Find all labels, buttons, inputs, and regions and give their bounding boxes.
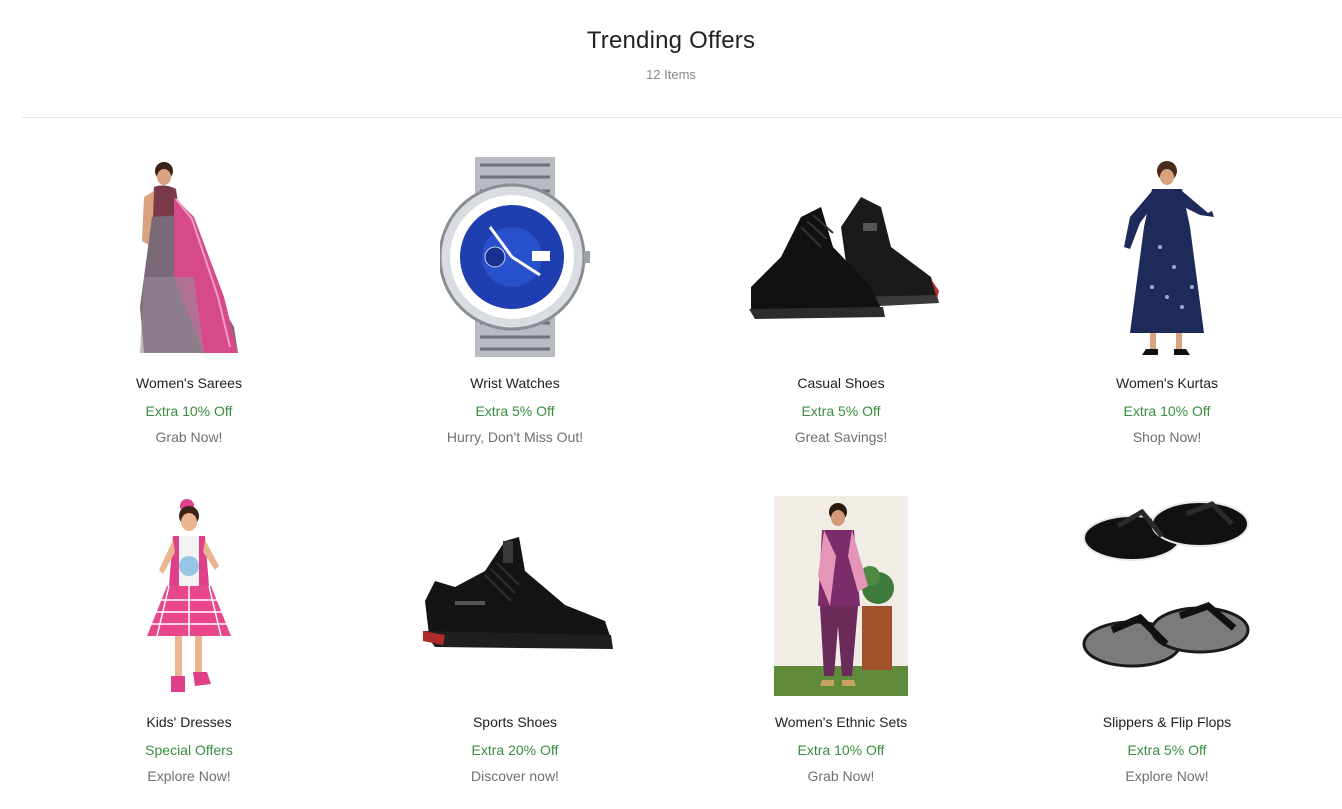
watch-image[interactable] (415, 156, 615, 358)
product-offer: Extra 10% Off (145, 403, 233, 419)
product-tagline: Explore Now! (147, 768, 231, 784)
product-tagline: Hurry, Don't Miss Out! (446, 429, 584, 445)
product-card-womens-kurtas[interactable]: Women's Kurtas Extra 10% Off Shop Now! (1004, 150, 1330, 460)
section-header: Trending Offers 12 Items (0, 0, 1342, 118)
product-tagline: Explore Now! (1125, 768, 1209, 784)
product-name[interactable]: Slippers & Flip Flops (1004, 714, 1330, 730)
product-name[interactable]: Women's Kurtas (1004, 375, 1330, 391)
product-offer: Extra 10% Off (797, 742, 885, 758)
casual-shoe-image[interactable] (741, 156, 941, 358)
product-card-kids-dresses[interactable]: Kids' Dresses Special Offers Explore Now… (26, 489, 352, 799)
product-card-womens-sarees[interactable]: Women's Sarees Extra 10% Off Grab Now! (26, 150, 352, 460)
flip-flop-image[interactable] (1067, 495, 1267, 697)
product-offer: Special Offers (145, 742, 233, 758)
section-title: Trending Offers (586, 27, 756, 54)
kids-dress-image[interactable] (89, 495, 289, 697)
product-card-wrist-watches[interactable]: Wrist Watches Extra 5% Off Hurry, Don't … (352, 150, 678, 460)
product-offer: Extra 5% Off (801, 403, 881, 419)
product-offer: Extra 20% Off (471, 742, 559, 758)
product-card-womens-ethnic-sets[interactable]: Women's Ethnic Sets Extra 10% Off Grab N… (678, 489, 1004, 799)
product-tagline: Great Savings! (794, 429, 888, 445)
product-offer: Extra 5% Off (475, 403, 555, 419)
product-tagline: Shop Now! (1132, 429, 1202, 445)
product-name[interactable]: Casual Shoes (678, 375, 1004, 391)
product-name[interactable]: Sports Shoes (352, 714, 678, 730)
product-offer: Extra 5% Off (1127, 742, 1207, 758)
product-name[interactable]: Women's Ethnic Sets (678, 714, 1004, 730)
product-name[interactable]: Women's Sarees (26, 375, 352, 391)
item-count: 12 Items (646, 67, 696, 82)
product-tagline: Grab Now! (807, 768, 875, 784)
product-card-sports-shoes[interactable]: Sports Shoes Extra 20% Off Discover now! (352, 489, 678, 799)
product-name[interactable]: Wrist Watches (352, 375, 678, 391)
product-card-slippers-flip-flops[interactable]: Slippers & Flip Flops Extra 5% Off Explo… (1004, 489, 1330, 799)
product-name[interactable]: Kids' Dresses (26, 714, 352, 730)
product-tagline: Grab Now! (155, 429, 223, 445)
product-offer: Extra 10% Off (1123, 403, 1211, 419)
header-divider (22, 117, 1342, 118)
product-tagline: Discover now! (471, 768, 559, 784)
sports-shoe-image[interactable] (415, 495, 615, 697)
ethnic-set-image[interactable] (741, 495, 941, 697)
product-card-casual-shoes[interactable]: Casual Shoes Extra 5% Off Great Savings! (678, 150, 1004, 460)
kurta-image[interactable] (1067, 156, 1267, 358)
saree-image[interactable] (89, 156, 289, 358)
